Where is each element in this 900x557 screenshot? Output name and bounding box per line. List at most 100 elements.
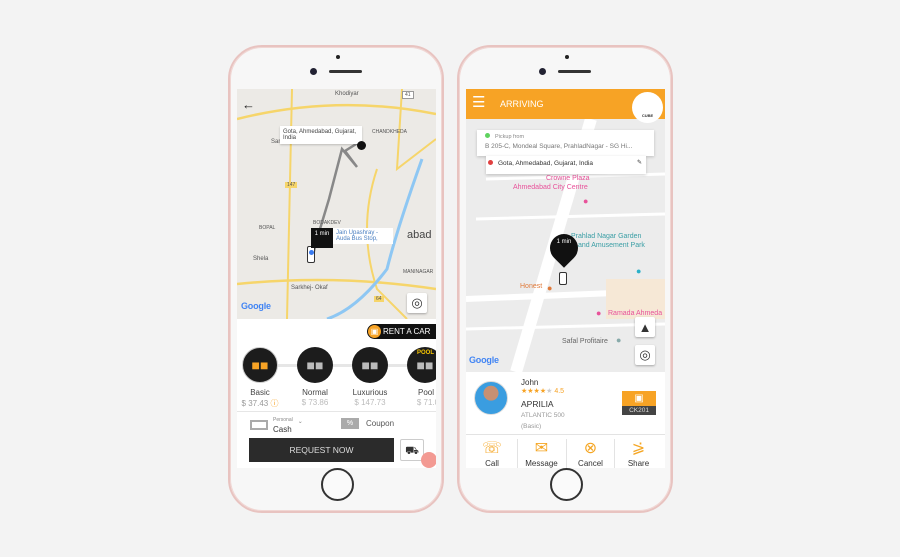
- coupon-button[interactable]: % Coupon: [341, 418, 394, 429]
- edit-icon[interactable]: ✎: [637, 159, 642, 166]
- booking-screen: Khodiyar Sarkhej- Okaf CHANDKHEDA BODAKD…: [237, 89, 436, 468]
- car-icon: ■■: [306, 357, 324, 373]
- coupon-label: Coupon: [366, 419, 395, 428]
- map-label: Sar: [271, 139, 281, 145]
- speaker: [329, 70, 362, 73]
- car-option-pool[interactable]: ■■ POOL: [407, 347, 436, 383]
- poi-label: Prahlad Nagar Garden: [571, 233, 642, 240]
- chevron-down-icon: ⌄: [297, 418, 303, 425]
- map-label: MANINAGAR: [403, 269, 434, 275]
- car-icon: ▣: [622, 391, 656, 406]
- highway-shield: 147: [285, 182, 298, 188]
- back-arrow-icon[interactable]: ←: [242, 97, 255, 112]
- arriving-screen: Crowne Plaza Ahmedabad City Centre ● Pra…: [466, 89, 665, 468]
- restaurant-pin-icon: ●: [547, 283, 553, 293]
- car-marker-icon: [559, 272, 567, 285]
- car-option-normal[interactable]: ■■: [297, 347, 333, 383]
- coupon-icon: %: [341, 418, 359, 429]
- pool-badge: POOL: [417, 350, 435, 356]
- share-button[interactable]: ⪂ Share: [614, 439, 662, 468]
- map-label: BOPAL: [259, 225, 276, 231]
- car-price: $ 147.73: [354, 398, 386, 407]
- driver-card: John ★★★★★ 4.5 APRILIA ATLANTIC 500 (Bas…: [466, 372, 665, 435]
- car-icon: ■■: [416, 357, 434, 373]
- hotel-pin-icon: ●: [596, 308, 602, 318]
- car-marker-icon: [307, 246, 315, 263]
- car-name: Luxurious: [352, 388, 388, 397]
- divider: [237, 411, 436, 412]
- phone-left: Khodiyar Sarkhej- Okaf CHANDKHEDA BODAKD…: [228, 45, 444, 513]
- drop-dot-icon: [488, 160, 493, 165]
- car-variant: ATLANTIC 500: [521, 412, 565, 419]
- pickup-callout: Jain Upashray - Auda Bus Stop,: [333, 228, 393, 244]
- navigation-arrow-icon[interactable]: ▲: [635, 317, 655, 337]
- pickup-dot-icon: [485, 133, 490, 138]
- payment-caption: Personal: [273, 417, 293, 423]
- payment-value: Cash: [273, 425, 292, 434]
- share-icon: ⪂: [631, 440, 646, 457]
- map-label: abad: [407, 229, 432, 241]
- poi-label: Safal Profitaire: [562, 338, 608, 345]
- home-button[interactable]: [550, 468, 583, 501]
- poi-label: and Amusement Park: [578, 242, 645, 249]
- hamburger-menu-icon[interactable]: ☰: [472, 95, 488, 110]
- car-icon: ■■: [251, 357, 269, 373]
- close-circle-icon: ⊗: [583, 440, 598, 457]
- payment-selector[interactable]: Personal Cash ⌄: [250, 417, 303, 434]
- driver-avatar: [474, 381, 508, 415]
- map-label: Khodiyar: [335, 91, 359, 97]
- brand-logo: CUBE: [632, 92, 663, 123]
- poi-label: Ramada Ahmeda: [608, 310, 663, 317]
- locate-me-icon[interactable]: ◎: [407, 293, 427, 313]
- phone-icon: ☏: [481, 440, 502, 457]
- destination-callout: Gota, Ahmedabad, Gujarat, India: [280, 126, 362, 144]
- cancel-button[interactable]: ⊗ Cancel: [566, 439, 614, 468]
- car-price: $ 73.86: [301, 398, 329, 407]
- pickup-label: Pickup from: [495, 134, 525, 140]
- call-button[interactable]: ☏ Call: [468, 439, 516, 468]
- highway-shield: 41: [402, 91, 414, 99]
- app-header: ☰ ARRIVING CUBE: [466, 89, 665, 123]
- message-button[interactable]: ✉ Message: [517, 439, 565, 468]
- car-option-basic[interactable]: ■■: [242, 347, 278, 383]
- poi-label: Honest: [520, 283, 543, 290]
- poi-label: Ahmedabad City Centre: [513, 184, 588, 191]
- request-now-button[interactable]: REQUEST NOW: [249, 438, 394, 462]
- car-price: $ 71.0: [416, 398, 436, 407]
- sensor: [336, 55, 340, 59]
- car-icon: ▣: [368, 325, 381, 338]
- rent-a-car-label: RENT A CAR: [383, 327, 431, 336]
- locate-me-icon[interactable]: ◎: [635, 345, 655, 365]
- car-model: APRILIA: [521, 399, 554, 409]
- phone-right: Crowne Plaza Ahmedabad City Centre ● Pra…: [457, 45, 673, 513]
- place-pin-icon: ●: [616, 335, 622, 345]
- camera: [310, 68, 317, 75]
- car-name: Basic: [250, 388, 270, 397]
- map-roads: [237, 89, 436, 319]
- car-category: (Basic): [521, 423, 542, 430]
- envelope-icon: ✉: [534, 440, 549, 457]
- car-price: $ 37.43 ⓘ: [241, 399, 279, 408]
- info-icon[interactable]: ⓘ: [270, 399, 278, 408]
- pickup-field[interactable]: Pickup from B 205-C, Mondeal Square, Pra…: [477, 130, 654, 156]
- google-logo: Google: [469, 355, 499, 365]
- cash-icon: [250, 420, 268, 430]
- home-button[interactable]: [321, 468, 354, 501]
- map[interactable]: Khodiyar Sarkhej- Okaf CHANDKHEDA BODAKD…: [237, 89, 436, 319]
- header-title: ARRIVING: [500, 99, 544, 109]
- map-label: BODAKDEV: [313, 220, 341, 226]
- star-rating-icon: ★★★★★: [521, 388, 553, 395]
- eta-label: 1 min: [556, 239, 572, 245]
- map-label: Sarkhej- Okaf: [291, 285, 328, 291]
- camera: [539, 68, 546, 75]
- sensor: [565, 55, 569, 59]
- chat-bubble-icon[interactable]: [421, 452, 436, 468]
- car-option-luxurious[interactable]: ■■: [352, 347, 388, 383]
- license-plate: CK201: [622, 406, 656, 415]
- car-name: Normal: [302, 388, 328, 397]
- rent-a-car-button[interactable]: ▣ RENT A CAR: [367, 324, 436, 339]
- drop-field[interactable]: Gota, Ahmedabad, Gujarat, India ✎: [486, 156, 646, 174]
- drop-address: Gota, Ahmedabad, Gujarat, India: [498, 160, 594, 167]
- destination-pin-icon: [357, 141, 366, 150]
- map-label: Shela: [253, 256, 269, 262]
